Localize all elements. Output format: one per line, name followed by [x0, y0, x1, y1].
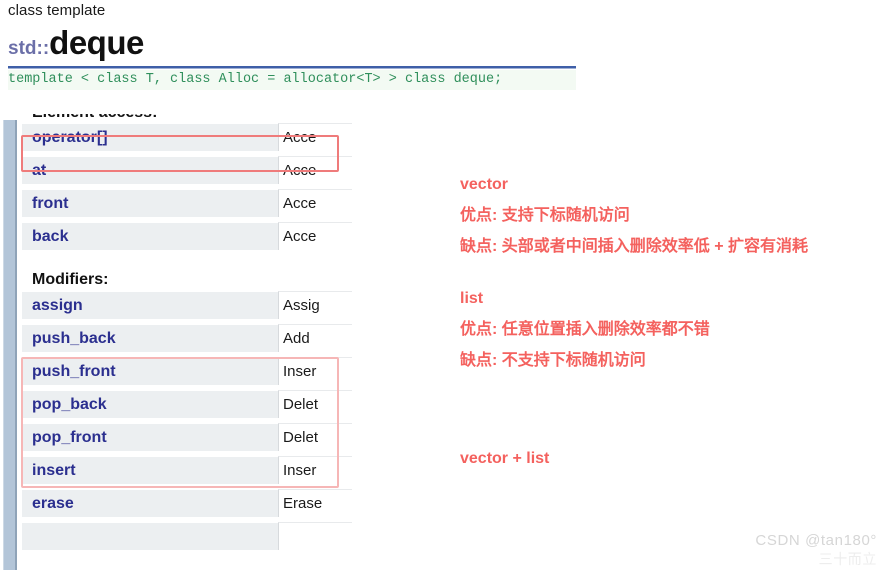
member-description: Inser [278, 456, 352, 484]
table-row[interactable]: at Acce [22, 156, 352, 184]
table-row[interactable]: push_back Add [22, 324, 352, 352]
member-description: Acce [278, 123, 352, 151]
member-description [278, 522, 352, 550]
watermark-line-2: 三十而立 [818, 551, 877, 567]
member-description: Erase [278, 489, 352, 517]
table-row[interactable]: erase Erase [22, 489, 352, 517]
member-description: Inser [278, 357, 352, 385]
member-name[interactable]: assign [22, 291, 278, 319]
member-description: Acce [278, 189, 352, 217]
table-row[interactable]: front Acce [22, 189, 352, 217]
member-function-table[interactable]: Element access: operator[] Acce at Acce … [22, 114, 352, 570]
table-row[interactable]: assign Assig [22, 291, 352, 319]
member-description: Add [278, 324, 352, 352]
member-name[interactable]: front [22, 189, 278, 217]
member-name[interactable]: pop_back [22, 390, 278, 418]
member-name[interactable]: push_back [22, 324, 278, 352]
title-namespace: std:: [8, 38, 50, 59]
member-name[interactable]: at [22, 156, 278, 184]
table-row[interactable]: operator[] Acce [22, 123, 352, 151]
note-list-pro: 优点: 任意位置插入删除效率都不错 [460, 321, 710, 338]
table-row[interactable]: push_front Inser [22, 357, 352, 385]
member-name[interactable]: insert [22, 456, 278, 484]
member-name[interactable]: pop_front [22, 423, 278, 451]
note-vector-plus-list: vector + list [460, 450, 550, 467]
page-kicker: class template [8, 2, 106, 19]
note-title-vector: vector [460, 176, 509, 193]
section-heading-element-access: Element access: [22, 114, 352, 123]
table-row[interactable]: pop_back Delet [22, 390, 352, 418]
table-row[interactable]: insert Inser [22, 456, 352, 484]
member-description: Assig [278, 291, 352, 319]
title-class-name: deque [49, 24, 144, 61]
note-list-con: 缺点: 不支持下标随机访问 [460, 352, 646, 369]
section-heading-modifiers: Modifiers: [32, 271, 109, 288]
member-description: Acce [278, 156, 352, 184]
watermark: CSDN @tan180° 三十而立 [755, 532, 877, 568]
title-divider [8, 66, 576, 69]
reference-header: class template std::deque template < cla… [0, 0, 885, 115]
member-name[interactable]: erase [22, 489, 278, 517]
template-prototype: template < class T, class Alloc = alloca… [8, 70, 576, 90]
watermark-line-1: CSDN @tan180° [755, 532, 877, 549]
table-row[interactable]: pop_front Delet [22, 423, 352, 451]
member-name[interactable]: operator[] [22, 123, 278, 151]
note-group-list: list 优点: 任意位置插入删除效率都不错 缺点: 不支持下标随机访问 [460, 284, 885, 376]
note-vector-con: 缺点: 头部或者中间插入删除效率低 + 扩容有消耗 [460, 238, 809, 255]
table-row[interactable] [22, 522, 352, 550]
note-title-list: list [460, 290, 484, 307]
note-group-vector: vector 优点: 支持下标随机访问 缺点: 头部或者中间插入删除效率低 + … [460, 170, 885, 262]
annotation-notes: vector 优点: 支持下标随机访问 缺点: 头部或者中间插入删除效率低 + … [460, 170, 885, 398]
member-description: Delet [278, 423, 352, 451]
member-name[interactable]: back [22, 222, 278, 250]
member-name[interactable] [22, 522, 278, 550]
member-description: Acce [278, 222, 352, 250]
member-name[interactable]: push_front [22, 357, 278, 385]
table-row[interactable]: back Acce [22, 222, 352, 250]
note-vector-pro: 优点: 支持下标随机访问 [460, 207, 630, 224]
member-description: Delet [278, 390, 352, 418]
page-title: std::deque [8, 24, 144, 62]
page-scroll-rail[interactable] [3, 120, 17, 570]
